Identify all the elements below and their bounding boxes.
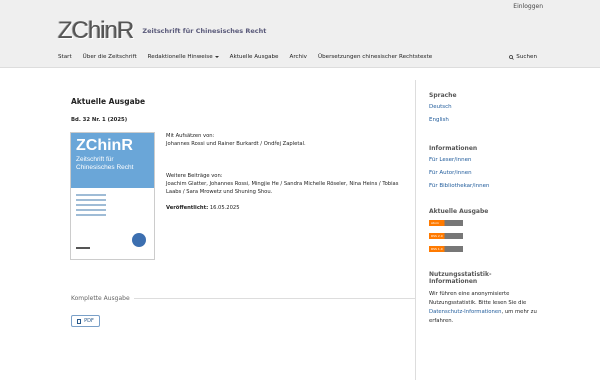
cover-publisher-mark [76, 247, 90, 249]
cover-text-line [76, 199, 106, 201]
info-librarians-link[interactable]: Für Bibliothekar/innen [429, 183, 539, 189]
cover-text-line [76, 209, 106, 211]
logo-mark: ZChinR [58, 17, 134, 44]
published-date: 16.05.2025 [209, 205, 240, 211]
nav-editorial[interactable]: Redaktionelle Hinweise [148, 54, 219, 60]
published-label: Veröffentlicht: [166, 205, 209, 211]
articles-label: Mit Aufsätzen von: [166, 133, 215, 139]
search-link[interactable]: Suchen [509, 54, 537, 60]
search-label: Suchen [516, 54, 537, 60]
chevron-down-icon [214, 55, 219, 58]
page-title: Aktuelle Ausgabe [71, 97, 146, 106]
information-heading: Informationen [429, 145, 478, 152]
cover-header: ZChinR Zeitschrift für Chinesisches Rech… [71, 133, 154, 188]
site-logo[interactable]: ZChinR Zeitschrift für Chinesisches Rech… [58, 17, 266, 45]
issue-description: Mit Aufsätzen von: Johannes Rossi und Ra… [166, 132, 411, 212]
site-header: Einloggen ZChinR Zeitschrift für Chinesi… [0, 0, 600, 68]
usage-stats-heading: Nutzungsstatistik- Informationen [429, 271, 492, 285]
nav-about[interactable]: Über die Zeitschrift [83, 54, 137, 60]
main-content: Aktuelle Ausgabe Bd. 32 Nr. 1 (2025) ZCh… [58, 80, 416, 380]
language-heading: Sprache [429, 92, 457, 99]
current-issue-heading: Aktuelle Ausgabe [429, 208, 489, 215]
cover-text-line [76, 194, 106, 196]
usage-stats-text: Wir führen eine anonymisierte Nutzungsst… [429, 291, 537, 324]
other-contributions-label: Weitere Beiträge von: [166, 173, 223, 179]
nav-editorial-label: Redaktionelle Hinweise [147, 54, 213, 60]
file-icon [77, 318, 82, 324]
nav-translations[interactable]: Übersetzungen chinesischer Rechtstexte [318, 54, 432, 60]
atom-feed-link[interactable]: Atom [429, 220, 463, 226]
issue-identifier: Bd. 32 Nr. 1 (2025) [71, 117, 128, 123]
info-authors-link[interactable]: Für Autor/innen [429, 170, 539, 176]
content-divider [415, 80, 416, 380]
logo-title: Zeitschrift für Chinesisches Recht [142, 27, 267, 35]
language-english[interactable]: English [429, 117, 539, 123]
other-contributions-authors: Joachim Glatter, Johannes Rossi, Mingjie… [166, 181, 399, 195]
language-german[interactable]: Deutsch [429, 104, 539, 110]
cover-title-line: Chinesisches Recht [76, 164, 134, 171]
cover-contents [71, 188, 154, 225]
rss2-feed-link[interactable]: RSS 2.0 [429, 233, 463, 239]
complete-issue-heading: Komplette Ausgabe [71, 295, 134, 302]
main-navigation: Start Über die Zeitschrift Redaktionelle… [58, 54, 443, 60]
issue-cover-image[interactable]: ZChinR Zeitschrift für Chinesisches Rech… [70, 132, 155, 260]
cover-title-line: Zeitschrift für [76, 156, 114, 163]
search-icon [509, 54, 515, 60]
info-readers-link[interactable]: Für Leser/innen [429, 157, 539, 163]
cover-seal [132, 233, 146, 247]
nav-start[interactable]: Start [58, 54, 72, 60]
cover-text-line [76, 214, 106, 216]
pdf-button-label: PDF [84, 318, 94, 324]
articles-authors: Johannes Rossi und Rainer Burkardt / Ond… [166, 141, 306, 147]
pdf-download-button[interactable]: PDF [71, 315, 100, 327]
nav-archive[interactable]: Archiv [290, 54, 308, 60]
nav-current-issue[interactable]: Aktuelle Ausgabe [230, 54, 279, 60]
privacy-info-link[interactable]: Datenschutz-Informationen [429, 309, 501, 315]
login-link[interactable]: Einloggen [513, 3, 543, 10]
rss1-feed-link[interactable]: RSS 1.0 [429, 246, 463, 252]
cover-text-line [76, 204, 106, 206]
complete-issue-section: Komplette Ausgabe [71, 295, 416, 302]
cover-logo: ZChinR [76, 137, 133, 154]
sidebar: Sprache Deutsch English Informationen Fü… [429, 92, 539, 326]
